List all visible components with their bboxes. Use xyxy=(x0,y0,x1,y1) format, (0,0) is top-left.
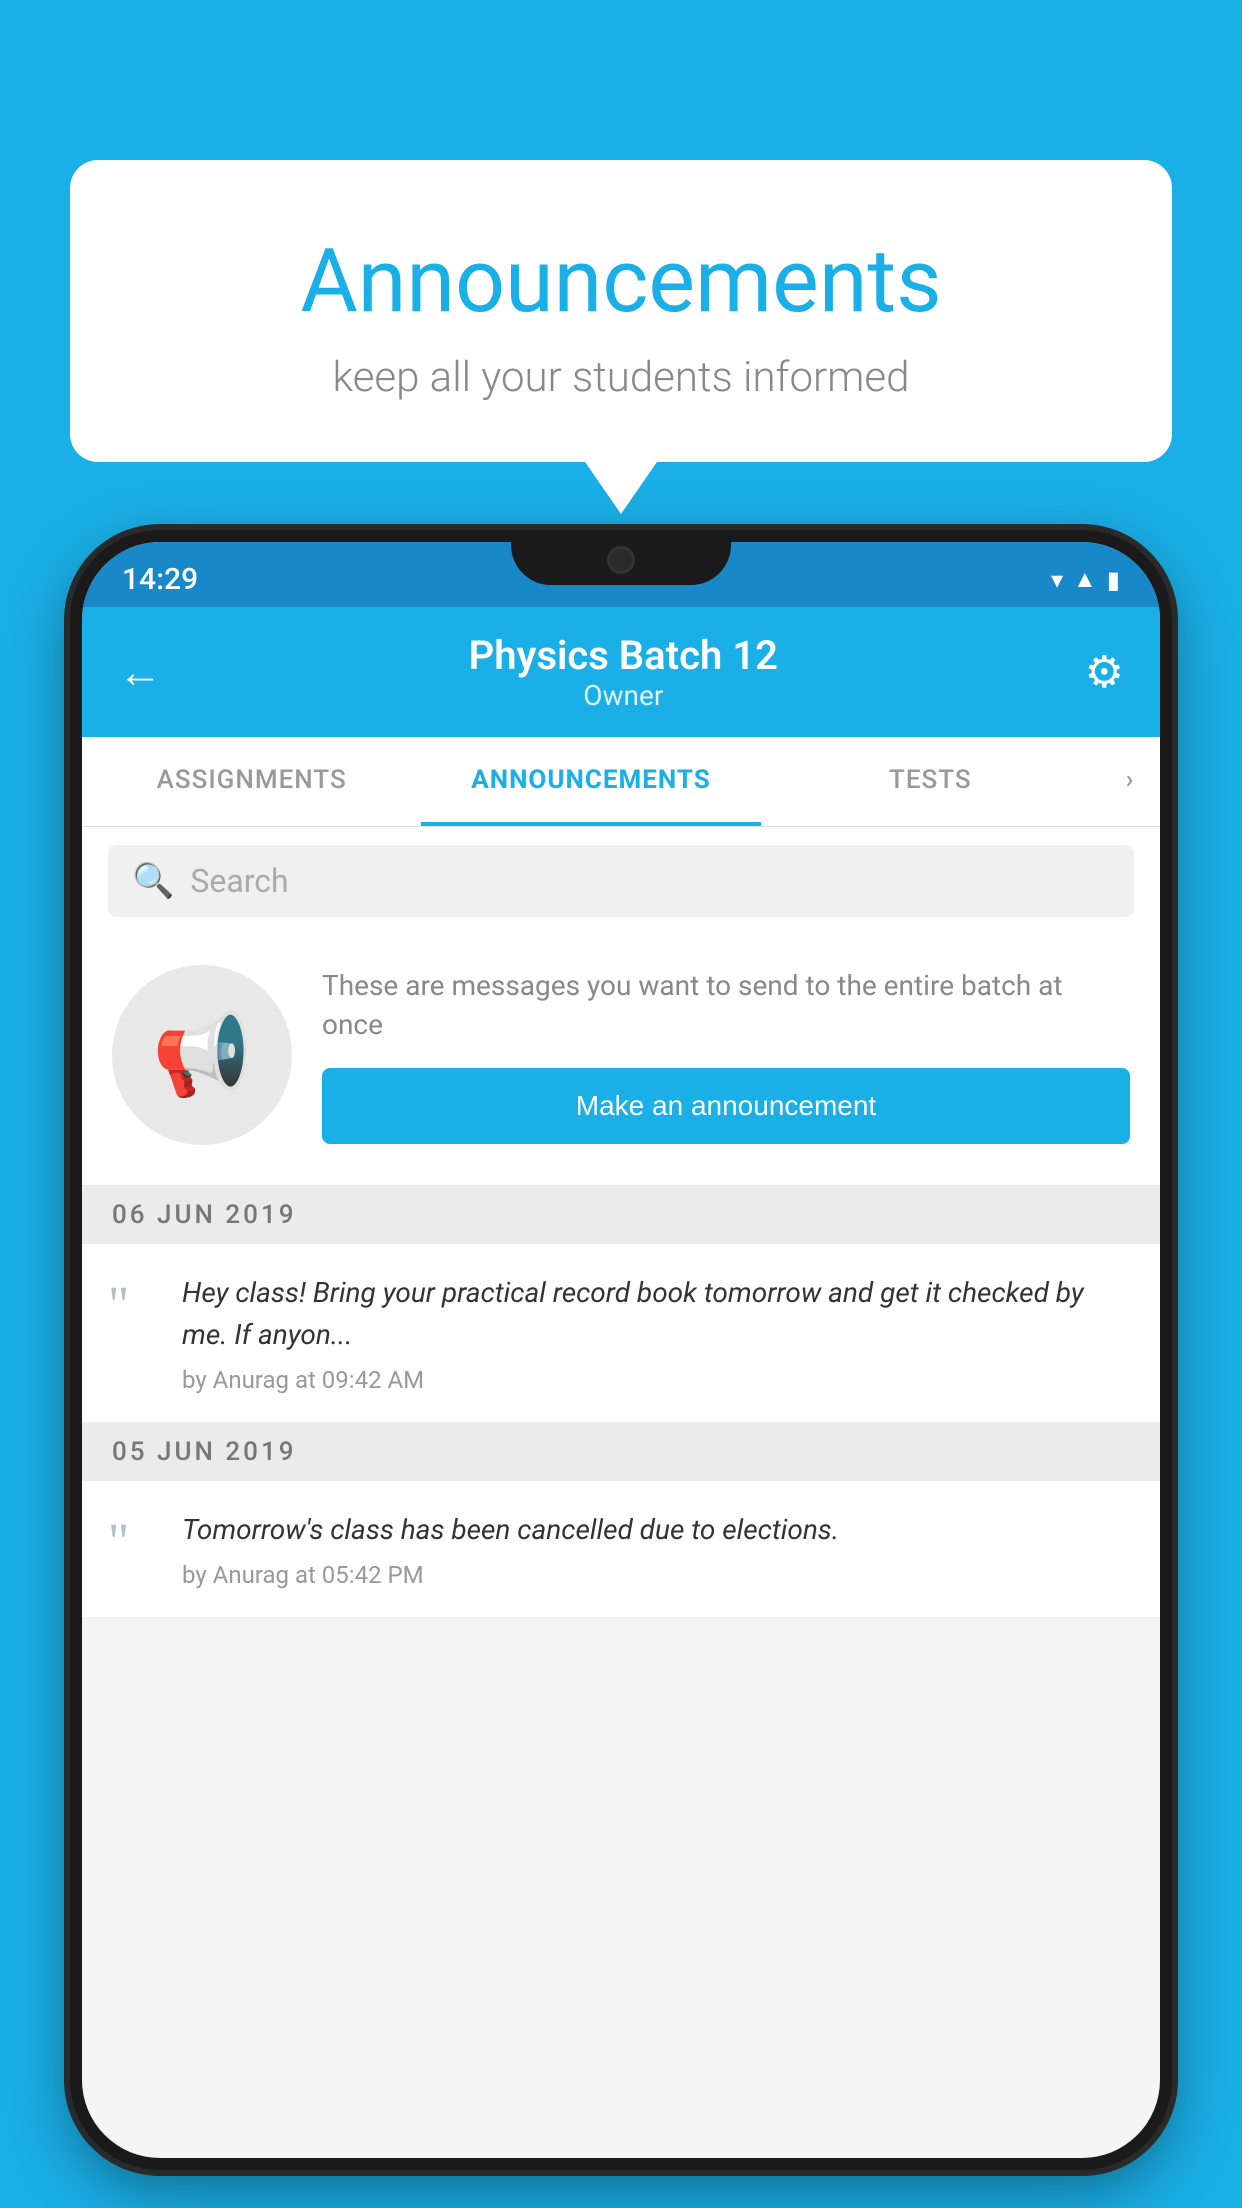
speech-bubble-section: Announcements keep all your students inf… xyxy=(70,160,1172,462)
promo-text-area: These are messages you want to send to t… xyxy=(322,966,1130,1144)
announcement-content-2: Tomorrow's class has been cancelled due … xyxy=(182,1509,1134,1589)
announcement-content-1: Hey class! Bring your practical record b… xyxy=(182,1272,1134,1394)
search-box[interactable]: 🔍 Search xyxy=(108,845,1134,917)
header-title: Physics Batch 12 xyxy=(469,632,778,679)
wifi-icon: ▾ xyxy=(1051,566,1063,594)
speech-bubble-card: Announcements keep all your students inf… xyxy=(70,160,1172,462)
phone-screen: 14:29 ▾ ▲ ▮ ← Physics Batch 12 Owner ⚙ xyxy=(82,542,1160,2158)
announcement-item-1[interactable]: " Hey class! Bring your practical record… xyxy=(82,1244,1160,1423)
promo-icon-circle: 📢 xyxy=(112,965,292,1145)
tab-announcements[interactable]: ANNOUNCEMENTS xyxy=(421,737,760,826)
promo-section: 📢 These are messages you want to send to… xyxy=(82,935,1160,1186)
app-header: ← Physics Batch 12 Owner ⚙ xyxy=(82,607,1160,737)
tab-assignments[interactable]: ASSIGNMENTS xyxy=(82,737,421,826)
status-icons: ▾ ▲ ▮ xyxy=(1051,565,1120,594)
search-container: 🔍 Search xyxy=(82,827,1160,935)
date-separator-2: 05 JUN 2019 xyxy=(82,1423,1160,1481)
date-separator-1: 06 JUN 2019 xyxy=(82,1186,1160,1244)
announcement-text-2: Tomorrow's class has been cancelled due … xyxy=(182,1509,1134,1551)
back-button[interactable]: ← xyxy=(118,646,162,698)
phone-device: 14:29 ▾ ▲ ▮ ← Physics Batch 12 Owner ⚙ xyxy=(70,530,1172,2170)
bubble-title: Announcements xyxy=(130,230,1112,333)
signal-icon: ▲ xyxy=(1073,565,1097,594)
tab-more[interactable]: › xyxy=(1100,737,1160,826)
tab-bar: ASSIGNMENTS ANNOUNCEMENTS TESTS › xyxy=(82,737,1160,827)
megaphone-icon: 📢 xyxy=(152,1008,252,1102)
settings-icon[interactable]: ⚙ xyxy=(1085,646,1124,698)
search-icon: 🔍 xyxy=(132,861,174,901)
quote-icon-1: " xyxy=(108,1280,158,1332)
announcement-text-1: Hey class! Bring your practical record b… xyxy=(182,1272,1134,1356)
quote-icon-2: " xyxy=(108,1517,158,1569)
tab-tests[interactable]: TESTS xyxy=(761,737,1100,826)
header-center: Physics Batch 12 Owner xyxy=(469,632,778,712)
announcement-meta-2: by Anurag at 05:42 PM xyxy=(182,1561,1134,1589)
search-placeholder-text: Search xyxy=(190,862,288,900)
promo-description: These are messages you want to send to t… xyxy=(322,966,1130,1044)
make-announcement-button[interactable]: Make an announcement xyxy=(322,1068,1130,1144)
announcement-item-2[interactable]: " Tomorrow's class has been cancelled du… xyxy=(82,1481,1160,1618)
bubble-subtitle: keep all your students informed xyxy=(130,353,1112,402)
phone-notch xyxy=(511,530,731,585)
phone-wrapper: 14:29 ▾ ▲ ▮ ← Physics Batch 12 Owner ⚙ xyxy=(70,530,1172,2208)
header-subtitle: Owner xyxy=(469,679,778,712)
announcement-meta-1: by Anurag at 09:42 AM xyxy=(182,1366,1134,1394)
battery-icon: ▮ xyxy=(1107,566,1120,594)
status-time: 14:29 xyxy=(122,562,198,597)
front-camera xyxy=(607,546,635,574)
